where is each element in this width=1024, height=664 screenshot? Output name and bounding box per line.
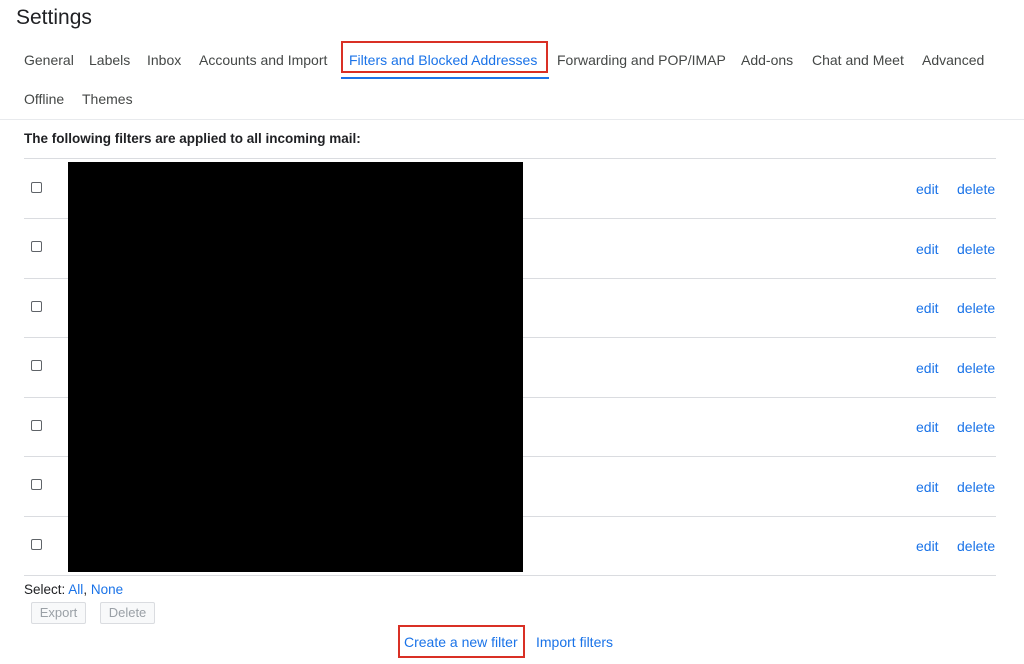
active-tab-indicator	[341, 77, 549, 79]
header-divider	[0, 119, 1024, 120]
select-label: Select:	[24, 582, 66, 597]
tab-filters-and-blocked-addresses[interactable]: Filters and Blocked Addresses	[349, 52, 537, 68]
delete-link[interactable]: delete	[957, 419, 995, 435]
tab-accounts-and-import[interactable]: Accounts and Import	[199, 52, 327, 68]
delete-link[interactable]: delete	[957, 241, 995, 257]
delete-button[interactable]: Delete	[100, 602, 155, 624]
filters-heading: The following filters are applied to all…	[24, 131, 361, 146]
redacted-filter-criteria	[68, 162, 523, 572]
create-new-filter-link[interactable]: Create a new filter	[404, 634, 518, 650]
delete-link[interactable]: delete	[957, 538, 995, 554]
filter-checkbox[interactable]	[31, 182, 42, 193]
edit-link[interactable]: edit	[916, 241, 939, 257]
delete-link[interactable]: delete	[957, 181, 995, 197]
edit-link[interactable]: edit	[916, 479, 939, 495]
page-title: Settings	[16, 6, 92, 29]
filter-checkbox[interactable]	[31, 241, 42, 252]
tab-chat-and-meet[interactable]: Chat and Meet	[812, 52, 904, 68]
filter-checkbox[interactable]	[31, 420, 42, 431]
tab-labels[interactable]: Labels	[89, 52, 130, 68]
edit-link[interactable]: edit	[916, 300, 939, 316]
filter-checkbox[interactable]	[31, 360, 42, 371]
edit-link[interactable]: edit	[916, 181, 939, 197]
tab-inbox[interactable]: Inbox	[147, 52, 181, 68]
row-divider	[24, 575, 996, 576]
select-all-link[interactable]: All	[68, 582, 83, 597]
import-filters-link[interactable]: Import filters	[536, 634, 613, 650]
delete-link[interactable]: delete	[957, 300, 995, 316]
row-divider	[24, 158, 996, 159]
select-separator: ,	[83, 582, 88, 597]
delete-link[interactable]: delete	[957, 479, 995, 495]
edit-link[interactable]: edit	[916, 419, 939, 435]
edit-link[interactable]: edit	[916, 360, 939, 376]
filter-checkbox[interactable]	[31, 301, 42, 312]
filter-checkbox[interactable]	[31, 479, 42, 490]
tab-advanced[interactable]: Advanced	[922, 52, 984, 68]
select-controls: Select: All, None	[24, 582, 123, 597]
filter-checkbox[interactable]	[31, 539, 42, 550]
select-none-link[interactable]: None	[91, 582, 123, 597]
export-button[interactable]: Export	[31, 602, 86, 624]
edit-link[interactable]: edit	[916, 538, 939, 554]
tab-add-ons[interactable]: Add-ons	[741, 52, 793, 68]
tab-themes[interactable]: Themes	[82, 91, 133, 107]
tab-forwarding-and-pop-imap[interactable]: Forwarding and POP/IMAP	[557, 52, 726, 68]
tab-offline[interactable]: Offline	[24, 91, 64, 107]
delete-link[interactable]: delete	[957, 360, 995, 376]
tab-general[interactable]: General	[24, 52, 74, 68]
